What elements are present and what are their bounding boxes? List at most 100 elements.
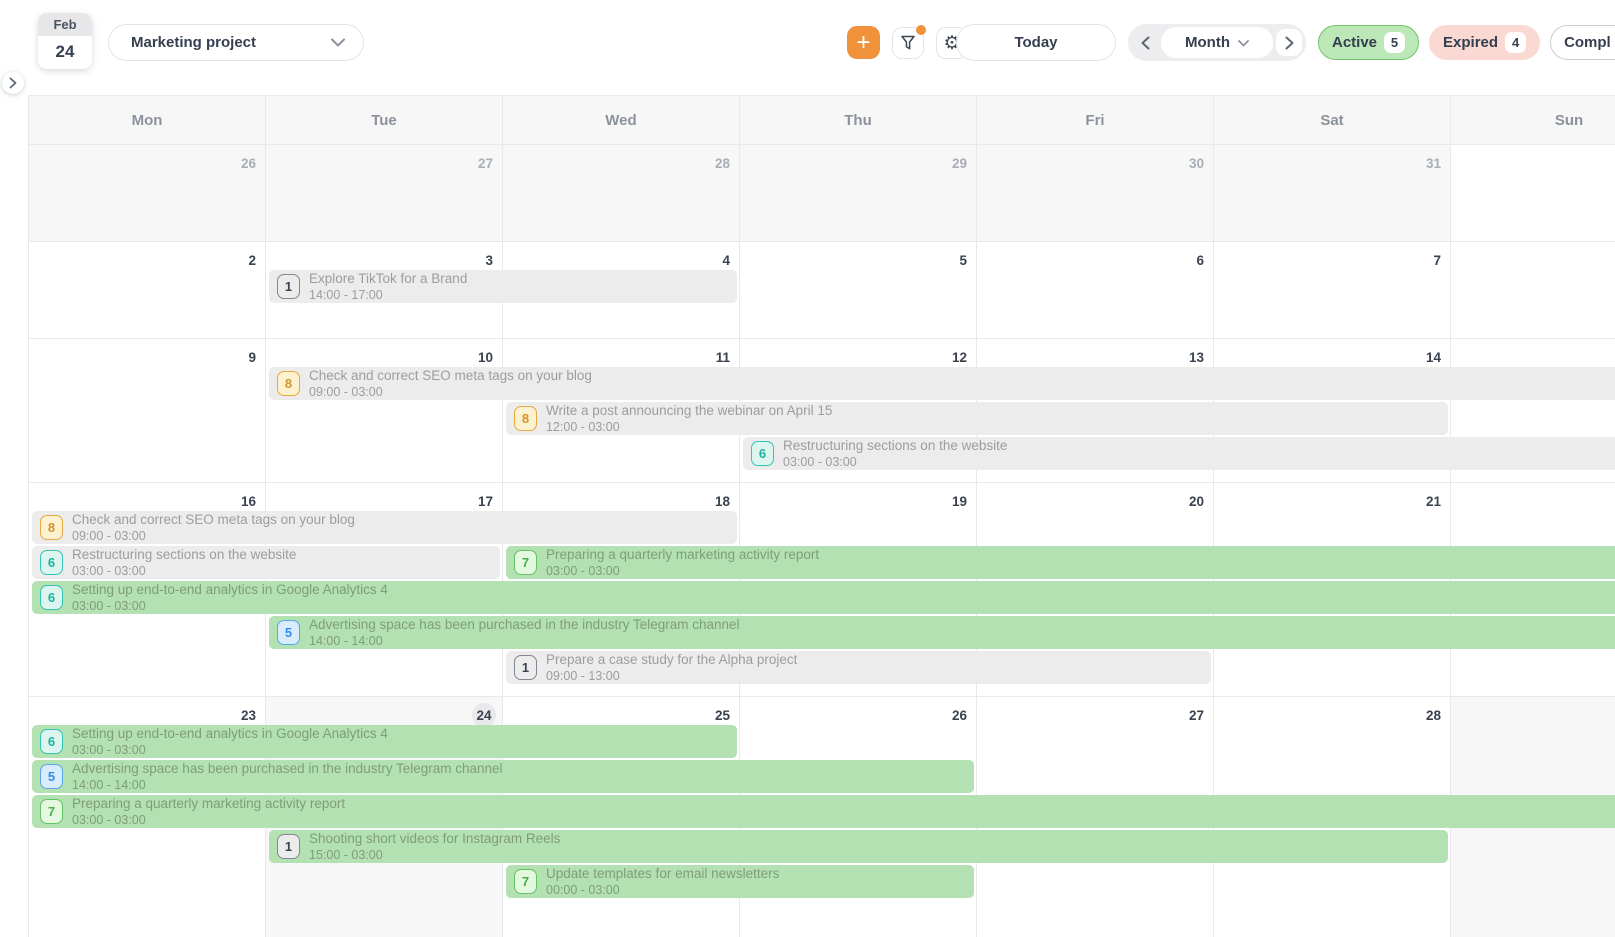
date-number: 25 xyxy=(706,703,730,727)
event-title: Advertising space has been purchased in … xyxy=(72,762,503,776)
date-number: 12 xyxy=(943,345,967,369)
event-bar[interactable]: 8Check and correct SEO meta tags on your… xyxy=(269,367,1615,400)
project-selector[interactable]: Marketing project xyxy=(108,24,364,61)
day-cell[interactable]: 7 xyxy=(1214,242,1451,338)
day-cell[interactable]: 5 xyxy=(740,242,977,338)
event-time: 09:00 - 03:00 xyxy=(309,386,592,399)
day-cell[interactable]: 2 xyxy=(29,242,266,338)
event-time: 09:00 - 03:00 xyxy=(72,530,355,543)
event-title: Preparing a quarterly marketing activity… xyxy=(72,797,345,811)
date-number: 23 xyxy=(232,703,256,727)
event-time: 14:00 - 14:00 xyxy=(309,635,740,648)
calendar-week-row: 2 3 4 56 7 1Explore TikTok for a Brand14:00 -… xyxy=(28,242,1615,339)
previous-period-button[interactable] xyxy=(1132,36,1158,50)
next-period-button[interactable] xyxy=(1276,29,1302,56)
date-number: 2 xyxy=(232,248,256,272)
date-number: 28 xyxy=(706,151,730,175)
day-header-row: MonTueWedThuFriSatSun xyxy=(28,95,1615,145)
event-count-badge: 7 xyxy=(514,869,537,894)
day-cell[interactable] xyxy=(1451,145,1615,241)
date-number: 28 xyxy=(1417,703,1441,727)
event-count-badge: 1 xyxy=(277,834,300,859)
event-bar[interactable]: 1Explore TikTok for a Brand14:00 - 17:00 xyxy=(269,270,737,303)
date-number: 30 xyxy=(1180,151,1204,175)
date-number: 5 xyxy=(943,248,967,272)
day-cell[interactable]: 9 xyxy=(29,339,266,482)
chevron-right-icon xyxy=(1285,36,1294,50)
date-number: 26 xyxy=(943,703,967,727)
event-count-badge: 6 xyxy=(40,550,63,575)
date-number: 17 xyxy=(469,489,493,513)
date-number: 27 xyxy=(1180,703,1204,727)
date-number: 7 xyxy=(1417,248,1441,272)
event-bar[interactable]: 7Preparing a quarterly marketing activit… xyxy=(506,546,1615,579)
month-calendar: MonTueWedThuFriSatSun 262728293031234567… xyxy=(28,95,1615,937)
event-time: 03:00 - 03:00 xyxy=(72,814,345,827)
filter-active-dot xyxy=(916,25,926,35)
event-title: Setting up end-to-end analytics in Googl… xyxy=(72,727,388,741)
plus-icon: + xyxy=(856,28,870,58)
chevron-down-icon xyxy=(331,34,345,51)
event-bar[interactable]: 1 Shooting short videos for Instagram Ree… xyxy=(269,830,1448,863)
day-cell[interactable]: 10 xyxy=(266,339,503,482)
event-bar[interactable]: 5 Advertising space has been purchased in… xyxy=(32,760,974,793)
day-cell[interactable] xyxy=(1451,242,1615,338)
event-time: 14:00 - 14:00 xyxy=(72,779,503,792)
day-cell[interactable]: 27 xyxy=(266,145,503,241)
date-number: 3 xyxy=(469,248,493,272)
event-bar[interactable]: 8Check and correct SEO meta tags on your… xyxy=(32,511,737,544)
sidebar-expand-button[interactable] xyxy=(2,72,24,94)
day-cell[interactable]: 26 xyxy=(29,145,266,241)
day-cell[interactable]: 28 xyxy=(503,145,740,241)
event-bar[interactable]: 6 Setting up end-to-end analytics in Goog… xyxy=(32,725,737,758)
event-title: Update templates for email newsletters xyxy=(546,867,779,881)
date-widget-month: Feb xyxy=(38,13,92,36)
day-cell[interactable]: 31 xyxy=(1214,145,1451,241)
date-number: 26 xyxy=(232,151,256,175)
status-filter-active[interactable]: Active5 xyxy=(1318,25,1419,60)
add-event-button[interactable]: + xyxy=(847,26,880,59)
day-cell[interactable]: 29 xyxy=(740,145,977,241)
date-number: 11 xyxy=(706,345,730,369)
event-count-badge: 8 xyxy=(277,371,300,396)
status-filter-count-badge: 4 xyxy=(1505,32,1526,53)
chevron-down-icon xyxy=(1238,34,1249,51)
event-bar[interactable]: 7Update templates for email newsletters0… xyxy=(506,865,974,898)
event-count-badge: 6 xyxy=(40,729,63,754)
day-cell[interactable]: 30 xyxy=(977,145,1214,241)
day-header-wed: Wed xyxy=(503,96,740,144)
today-button[interactable]: Today xyxy=(956,24,1116,61)
status-filter-label: Expired xyxy=(1443,34,1498,51)
event-bar[interactable]: 6Setting up end-to-end analytics in Goog… xyxy=(32,581,1615,614)
date-number: 29 xyxy=(943,151,967,175)
date-number: 21 xyxy=(1417,489,1441,513)
day-header-mon: Mon xyxy=(29,96,266,144)
day-header-fri: Fri xyxy=(977,96,1214,144)
event-bar[interactable]: 6Restructuring sections on the website03… xyxy=(32,546,500,579)
date-number: 31 xyxy=(1417,151,1441,175)
day-cell[interactable]: 6 xyxy=(977,242,1214,338)
event-title: Shooting short videos for Instagram Reel… xyxy=(309,832,560,846)
event-bar[interactable]: 1Prepare a case study for the Alpha proj… xyxy=(506,651,1211,684)
event-bar[interactable]: 5Advertising space has been purchased in… xyxy=(269,616,1615,649)
view-mode-selector[interactable]: Month xyxy=(1161,27,1273,58)
event-count-badge: 1 xyxy=(514,655,537,680)
chevron-left-icon xyxy=(1141,36,1150,50)
event-count-badge: 1 xyxy=(277,274,300,299)
calendar-week-row: 910111213148Check and correct SEO meta t… xyxy=(28,339,1615,483)
event-time: 14:00 - 17:00 xyxy=(309,289,467,302)
event-count-badge: 5 xyxy=(40,764,63,789)
event-bar[interactable]: 7Preparing a quarterly marketing activit… xyxy=(32,795,1615,828)
toolbar: Feb 24 Marketing project + ⚙ Today Month xyxy=(0,0,1615,92)
filter-button[interactable] xyxy=(892,27,924,59)
status-filter-expired[interactable]: Expired 4 xyxy=(1429,25,1540,60)
day-header-tue: Tue xyxy=(266,96,503,144)
event-bar[interactable]: 8Write a post announcing the webinar on … xyxy=(506,402,1448,435)
event-title: Restructuring sections on the website xyxy=(783,439,1007,453)
date-number: 27 xyxy=(469,151,493,175)
event-count-badge: 6 xyxy=(751,441,774,466)
date-number: 4 xyxy=(706,248,730,272)
status-filter-completed[interactable]: Compl xyxy=(1550,25,1615,60)
event-bar[interactable]: 6Restructuring sections on the website03… xyxy=(743,437,1615,470)
status-filter-count-badge: 5 xyxy=(1384,32,1405,53)
